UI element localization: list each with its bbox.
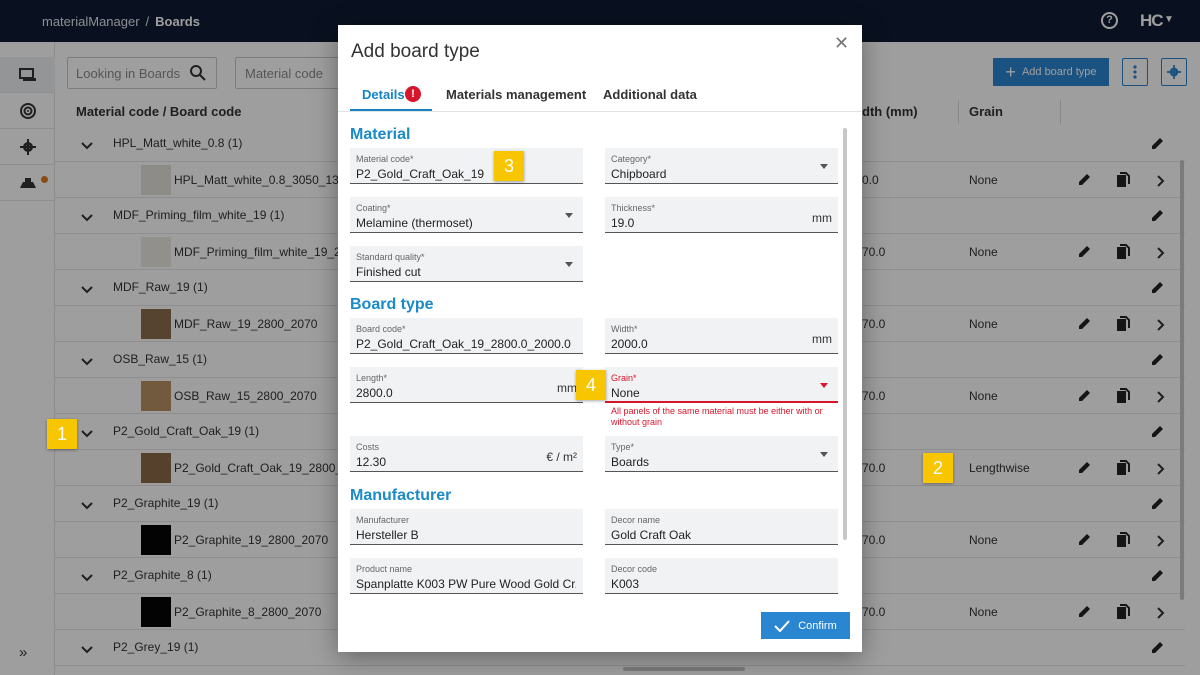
callout-marker: 3: [494, 151, 524, 181]
dropdown-arrow-icon: [820, 452, 828, 457]
confirm-label: Confirm: [798, 619, 837, 632]
unit-label: mm: [812, 332, 832, 346]
field-value: 2000.0: [611, 337, 648, 351]
unit-label: mm: [812, 211, 832, 225]
standard-quality-select[interactable]: Standard quality* Finished cut: [350, 246, 583, 282]
dropdown-arrow-icon: [820, 383, 828, 388]
product-name-field[interactable]: Product name Spanplatte K003 PW Pure Woo…: [350, 558, 583, 594]
field-value: K003: [611, 577, 640, 591]
field-label: Decor code: [611, 564, 658, 574]
dropdown-arrow-icon: [565, 262, 573, 267]
width-field[interactable]: Width* 2000.0 mm: [605, 318, 838, 354]
decor-code-field[interactable]: Decor code K003: [605, 558, 838, 594]
field-label: Length*: [356, 373, 388, 383]
field-label: Coating*: [356, 203, 391, 213]
field-value: Gold Craft Oak: [611, 528, 692, 542]
field-label: Grain*: [611, 373, 637, 383]
field-value: P2_Gold_Craft_Oak_19_2800.0_2000.0: [356, 337, 571, 351]
field-label: Manufacturer: [356, 515, 410, 525]
thickness-field[interactable]: Thickness* 19.0 mm: [605, 197, 838, 233]
field-label: Board code*: [356, 324, 406, 334]
dialog-scrollbar[interactable]: [843, 128, 847, 540]
add-board-type-dialog: Add board type ✕ Details ! Materials man…: [338, 25, 862, 652]
coating-select[interactable]: Coating* Melamine (thermoset): [350, 197, 583, 233]
manufacturer-field[interactable]: Manufacturer Hersteller B: [350, 509, 583, 545]
field-value: Chipboard: [611, 167, 667, 181]
dropdown-arrow-icon: [565, 213, 573, 218]
field-label: Decor name: [611, 515, 661, 525]
category-select[interactable]: Category* Chipboard: [605, 148, 838, 184]
tab-materials-management[interactable]: Materials management: [446, 87, 586, 102]
field-label: Standard quality*: [356, 252, 425, 262]
field-value: Hersteller B: [356, 528, 419, 542]
check-icon: [774, 619, 790, 632]
section-title-board-type: Board type: [350, 296, 434, 313]
field-value: Melamine (thermoset): [356, 216, 473, 230]
material-code-field[interactable]: Material code* P2_Gold_Craft_Oak_19: [350, 148, 583, 184]
callout-marker: 1: [47, 419, 77, 449]
field-value: P2_Gold_Craft_Oak_19: [356, 167, 485, 181]
field-label: Material code*: [356, 154, 414, 164]
tab-divider: [338, 111, 862, 112]
tab-details[interactable]: Details: [362, 87, 405, 102]
costs-field[interactable]: Costs 12.30 € / m²: [350, 436, 583, 472]
field-value: Finished cut: [356, 265, 421, 279]
dialog-title: Add board type: [351, 41, 480, 62]
field-label: Type*: [611, 442, 635, 452]
field-label: Thickness*: [611, 203, 656, 213]
field-label: Costs: [356, 442, 380, 452]
callout-marker: 2: [923, 453, 953, 483]
unit-label: mm: [557, 381, 577, 395]
tab-additional-data[interactable]: Additional data: [603, 87, 697, 102]
field-value: None: [611, 386, 640, 400]
field-label: Product name: [356, 564, 413, 574]
callout-marker: 4: [576, 370, 606, 400]
field-label: Category*: [611, 154, 652, 164]
type-select[interactable]: Type* Boards: [605, 436, 838, 472]
unit-label: € / m²: [546, 450, 577, 464]
confirm-button[interactable]: Confirm: [761, 612, 850, 639]
field-value: Boards: [611, 455, 650, 469]
field-label: Width*: [611, 324, 638, 334]
grain-select[interactable]: Grain* None: [605, 367, 838, 403]
field-value: 19.0: [611, 216, 635, 230]
section-title-manufacturer: Manufacturer: [350, 487, 452, 504]
field-value: 12.30: [356, 455, 387, 469]
error-badge: !: [405, 86, 421, 102]
field-value: Spanplatte K003 PW Pure Wood Gold Cr...: [356, 577, 576, 591]
close-icon[interactable]: ✕: [834, 33, 849, 54]
dropdown-arrow-icon: [820, 164, 828, 169]
field-value: 2800.0: [356, 386, 393, 400]
grain-error-message: All panels of the same material must be …: [611, 406, 823, 427]
board-code-field[interactable]: Board code* P2_Gold_Craft_Oak_19_2800.0_…: [350, 318, 583, 354]
section-title-material: Material: [350, 126, 411, 143]
decor-name-field[interactable]: Decor name Gold Craft Oak: [605, 509, 838, 545]
length-field[interactable]: Length* 2800.0 mm: [350, 367, 583, 403]
